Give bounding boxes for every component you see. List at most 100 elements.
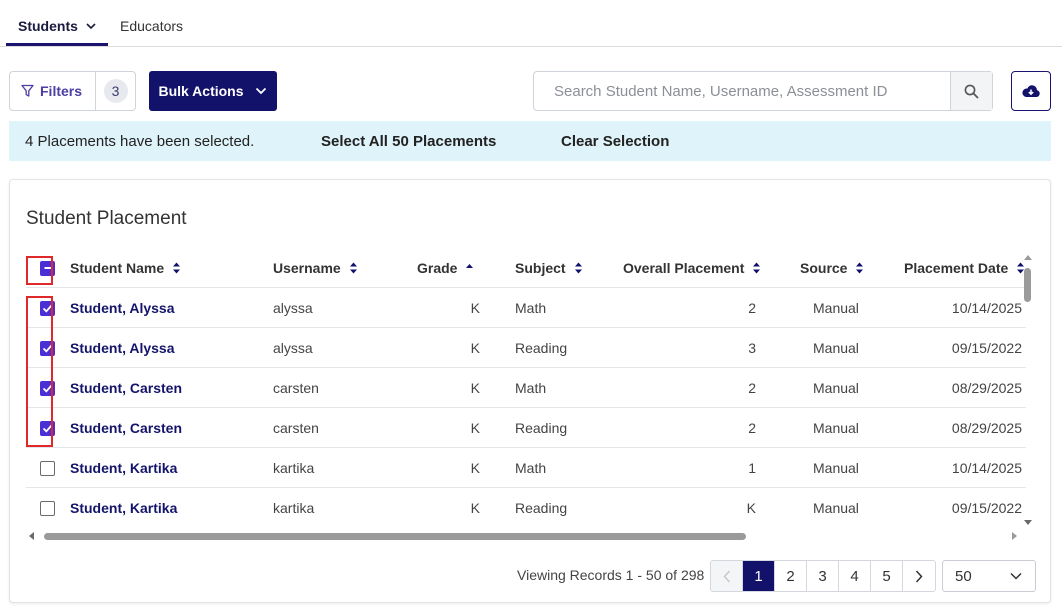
- column-header-subject[interactable]: Subject: [515, 248, 583, 288]
- chevron-down-icon: [1010, 572, 1022, 580]
- grade-cell: K: [470, 460, 480, 476]
- placement-cell: K: [746, 500, 756, 516]
- tab-students-label: Students: [18, 18, 78, 34]
- page-2-button[interactable]: 2: [775, 561, 807, 591]
- student-name-link[interactable]: Student, Kartika: [70, 488, 177, 528]
- scroll-up-icon: [1024, 255, 1032, 260]
- sort-icon: [574, 262, 583, 274]
- column-header-username[interactable]: Username: [273, 248, 358, 288]
- table-row: Student, Kartika kartika K Math 1 Manual…: [26, 448, 1026, 488]
- vertical-scrollbar[interactable]: [1022, 252, 1034, 528]
- page-1-button[interactable]: 1: [743, 561, 775, 591]
- sort-icon: [752, 262, 761, 274]
- subject-cell: Reading: [515, 420, 568, 436]
- filters-count[interactable]: 3: [96, 79, 135, 103]
- page-5-button[interactable]: 5: [871, 561, 903, 591]
- highlight-select-all: [26, 256, 53, 285]
- tab-educators[interactable]: Educators: [120, 18, 183, 34]
- horizontal-scrollbar[interactable]: [26, 530, 1022, 542]
- student-name-link[interactable]: Student, Kartika: [70, 448, 177, 488]
- table-row: Student, Alyssa alyssa K Reading 3 Manua…: [26, 328, 1026, 368]
- subject-cell: Math: [515, 460, 547, 476]
- search-icon: [964, 84, 979, 98]
- grade-cell: K: [470, 300, 480, 316]
- source-cell: Manual: [813, 420, 859, 436]
- page-size-select[interactable]: 50: [942, 560, 1036, 592]
- column-label: Username: [273, 260, 341, 276]
- student-name-link[interactable]: Student, Alyssa: [70, 328, 175, 368]
- row-checkbox[interactable]: [40, 448, 55, 488]
- scroll-left-icon: [29, 532, 34, 540]
- source-cell: Manual: [813, 300, 859, 316]
- source-cell: Manual: [813, 340, 859, 356]
- row-checkbox[interactable]: [40, 488, 55, 528]
- column-header-placement-date[interactable]: Placement Date: [904, 248, 1025, 288]
- username-cell: alyssa: [273, 300, 313, 316]
- select-all-link[interactable]: Select All 50 Placements: [321, 133, 496, 150]
- student-name: Student, Alyssa: [70, 340, 175, 356]
- vertical-scroll-thumb[interactable]: [1024, 268, 1031, 302]
- tab-educators-label: Educators: [120, 18, 184, 34]
- page-3-button[interactable]: 3: [807, 561, 839, 591]
- clear-selection-link[interactable]: Clear Selection: [561, 133, 669, 150]
- search-button[interactable]: [950, 72, 992, 110]
- column-header-source[interactable]: Source: [800, 248, 864, 288]
- tab-students[interactable]: Students: [18, 18, 98, 34]
- column-label: Student Name: [70, 260, 165, 276]
- checkbox-unchecked: [40, 460, 55, 476]
- cloud-download-icon: [1022, 85, 1040, 97]
- bulk-actions-button[interactable]: Bulk Actions: [149, 71, 277, 111]
- placement-cell: 2: [748, 300, 756, 316]
- active-tab-indicator: [6, 43, 108, 46]
- subject-cell: Math: [515, 380, 547, 396]
- selection-banner: 4 Placements have been selected. Select …: [9, 121, 1051, 161]
- column-label: Placement Date: [904, 260, 1009, 276]
- placement-cell: 1: [748, 460, 756, 476]
- table-row: Student, Carsten carsten K Reading 2 Man…: [26, 408, 1026, 448]
- subject-cell: Math: [515, 300, 547, 316]
- column-header-grade[interactable]: Grade: [417, 248, 474, 288]
- scroll-right-icon: [1012, 532, 1017, 540]
- placement-cell: 2: [748, 420, 756, 436]
- horizontal-scroll-thumb[interactable]: [44, 533, 746, 540]
- chevron-down-icon: [86, 23, 96, 30]
- student-name-link[interactable]: Student, Carsten: [70, 368, 182, 408]
- student-name-link[interactable]: Student, Alyssa: [70, 288, 175, 328]
- search-box: [533, 71, 993, 111]
- pagination: 1 2 3 4 5: [710, 560, 936, 592]
- page-4-button[interactable]: 4: [839, 561, 871, 591]
- chevron-down-icon: [255, 87, 266, 95]
- grade-cell: K: [470, 340, 480, 356]
- date-cell: 08/29/2025: [951, 380, 1022, 396]
- search-input[interactable]: [534, 72, 950, 110]
- student-name: Student, Kartika: [70, 500, 178, 516]
- subject-cell: Reading: [515, 500, 568, 516]
- column-label: Subject: [515, 260, 566, 276]
- column-header-overall-placement[interactable]: Overall Placement: [623, 248, 761, 288]
- checkbox-unchecked: [40, 500, 55, 516]
- previous-page-button[interactable]: [711, 561, 743, 591]
- filter-icon: [21, 84, 34, 97]
- placement-table: Student Name Username Grade Subject Over…: [26, 248, 1026, 528]
- bulk-actions-label: Bulk Actions: [158, 83, 244, 99]
- student-name: Student, Alyssa: [70, 300, 175, 316]
- filters-count-badge: 3: [103, 79, 128, 103]
- column-label: Overall Placement: [623, 260, 745, 276]
- date-cell: 10/14/2025: [951, 460, 1022, 476]
- source-cell: Manual: [813, 380, 859, 396]
- student-name: Student, Kartika: [70, 460, 178, 476]
- date-cell: 09/15/2022: [951, 500, 1022, 516]
- next-page-button[interactable]: [903, 561, 935, 591]
- filters-button[interactable]: Filters: [10, 72, 96, 110]
- student-name-link[interactable]: Student, Carsten: [70, 408, 182, 448]
- download-button[interactable]: [1011, 71, 1051, 111]
- card-title: Student Placement: [26, 208, 187, 229]
- username-cell: alyssa: [273, 340, 313, 356]
- sort-icon: [855, 262, 864, 274]
- placement-cell: 2: [748, 380, 756, 396]
- top-tabs: Students Educators: [0, 0, 1062, 47]
- student-name: Student, Carsten: [70, 380, 183, 396]
- column-header-student-name[interactable]: Student Name: [70, 248, 181, 288]
- filters-control: Filters 3: [9, 71, 136, 111]
- student-placement-card: Student Placement Student Name Username …: [9, 179, 1051, 603]
